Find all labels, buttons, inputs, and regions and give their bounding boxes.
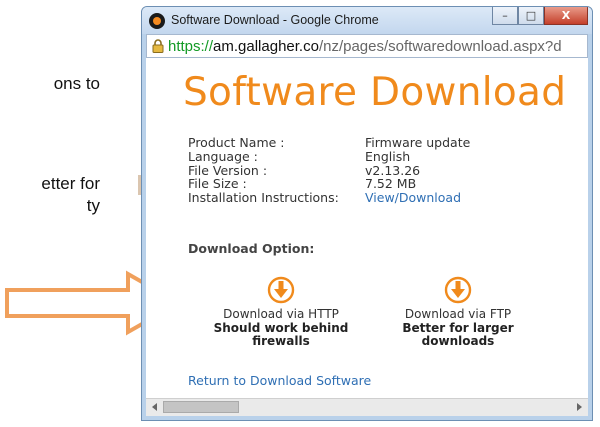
- scroll-right-icon[interactable]: [577, 403, 582, 411]
- product-name-value: Firmware update: [365, 135, 471, 150]
- minimize-button[interactable]: –: [492, 7, 518, 25]
- return-to-download-software-link[interactable]: Return to Download Software: [188, 373, 371, 388]
- window-controls: – □ X: [492, 7, 588, 25]
- maximize-button[interactable]: □: [518, 7, 544, 25]
- download-ftp-option[interactable]: Download via FTP Better for larger downl…: [368, 276, 548, 349]
- address-bar[interactable]: https://am.gallagher.co/nz/pages/softwar…: [146, 34, 588, 58]
- file-version-label: File Version :: [188, 162, 268, 178]
- window-title: Software Download - Google Chrome: [171, 13, 379, 27]
- browser-window: Software Download - Google Chrome – □ X …: [141, 6, 593, 421]
- download-icon[interactable]: [267, 276, 295, 304]
- url-text[interactable]: https://am.gallagher.co/nz/pages/softwar…: [168, 38, 562, 55]
- info-values: Firmware update English v2.13.26 7.52 MB…: [365, 136, 470, 205]
- download-http-option[interactable]: Download via HTTP Should work behind fir…: [186, 276, 376, 349]
- file-size-value: 7.52 MB: [365, 176, 417, 192]
- download-option-heading: Download Option:: [188, 241, 315, 256]
- language-label: Language :: [188, 148, 258, 164]
- background-text-line: etter for: [41, 174, 100, 193]
- background-text-line: ons to: [53, 74, 100, 93]
- horizontal-scrollbar[interactable]: [146, 398, 588, 416]
- download-icon[interactable]: [444, 276, 472, 304]
- download-ftp-label[interactable]: Download via FTP: [368, 307, 548, 322]
- title-bar[interactable]: Software Download - Google Chrome – □ X: [142, 7, 592, 34]
- download-http-label[interactable]: Download via HTTP: [186, 307, 376, 322]
- page-content: Software Download Product Name : Languag…: [146, 58, 588, 416]
- chrome-icon: [149, 13, 165, 29]
- background-text-line: ty: [86, 196, 100, 215]
- download-http-note: Should work behind firewalls: [213, 320, 349, 348]
- url-host: am.gallagher.co: [213, 37, 319, 55]
- file-version-value: v2.13.26: [365, 162, 421, 178]
- url-scheme: https://: [168, 37, 214, 55]
- info-labels: Product Name : Language : File Version :…: [188, 136, 339, 205]
- download-ftp-note-line2: downloads: [421, 334, 495, 348]
- language-value: English: [365, 148, 411, 164]
- close-button[interactable]: X: [544, 7, 588, 25]
- page-title: Software Download: [183, 70, 567, 115]
- file-size-label: File Size :: [188, 176, 247, 192]
- installation-instructions-link[interactable]: View/Download: [365, 191, 470, 205]
- scroll-left-icon[interactable]: [152, 403, 157, 411]
- product-name-label: Product Name :: [188, 135, 285, 150]
- download-ftp-note-line1: Better for larger: [402, 320, 514, 335]
- lock-icon: [152, 39, 164, 53]
- url-path: /nz/pages/softwaredownload.aspx?d: [318, 37, 562, 55]
- installation-label: Installation Instructions:: [188, 190, 339, 206]
- scrollbar-thumb[interactable]: [163, 401, 239, 413]
